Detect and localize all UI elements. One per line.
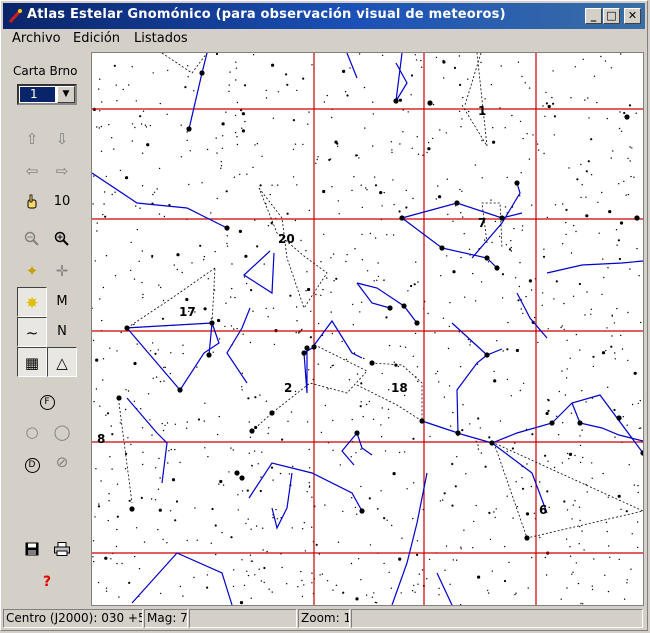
- help-button[interactable]: ?: [32, 567, 62, 597]
- area-number: 18: [391, 381, 408, 395]
- refresh-button[interactable]: ⊘: [47, 447, 77, 477]
- arrow-left-icon: ⇦: [25, 162, 39, 180]
- status-centro: Centro (J2000): 030 +50: [3, 609, 143, 628]
- zoom-in-button[interactable]: [47, 224, 77, 254]
- app-window: Atlas Estelar Gnomónico (para observació…: [0, 0, 648, 631]
- circled-f-icon: F: [39, 395, 55, 410]
- area-number: 1: [478, 104, 486, 118]
- area-number: 17: [179, 305, 196, 319]
- left-toolbar: Carta Brno 1 ▼ ⇧ ⇩ ⇦ ⇨ 10 ✦ ✛ ✸ M ∼ N ▦ …: [3, 51, 89, 606]
- minimize-icon: _: [590, 9, 597, 22]
- grid-icon: ▦: [24, 354, 40, 372]
- info-f-button[interactable]: F: [32, 384, 62, 414]
- minimize-button[interactable]: _: [585, 8, 602, 24]
- area-number: 20: [278, 232, 295, 246]
- crosshair-button[interactable]: ✛: [47, 256, 77, 286]
- maximize-icon: □: [606, 9, 617, 22]
- hand-button[interactable]: [17, 187, 47, 217]
- radiant-boundaries: [118, 53, 643, 539]
- names-button[interactable]: N: [47, 317, 77, 347]
- area-number: 7: [478, 216, 486, 230]
- status-bar: Centro (J2000): 030 +50 Mag: 7 Zoom: 1: [3, 608, 645, 629]
- maximize-button[interactable]: □: [603, 8, 620, 24]
- wave-icon: ∼: [25, 324, 39, 342]
- zoom-in-icon: [54, 231, 69, 246]
- carta-select[interactable]: 1 ▼: [17, 84, 77, 105]
- star-icon: ✦: [25, 262, 39, 280]
- close-icon: ✕: [627, 9, 638, 22]
- print-button[interactable]: [47, 534, 77, 564]
- sun-icon: ✸: [25, 294, 39, 312]
- floppy-disk-icon: [25, 542, 39, 556]
- star-button[interactable]: ✦: [17, 256, 47, 286]
- circle-icon: ○: [25, 423, 39, 441]
- star-map[interactable]: 1 7 20 17 2 18 8 6: [91, 52, 644, 606]
- hand-value: 10: [53, 194, 71, 209]
- circle-button[interactable]: ○: [17, 417, 47, 447]
- window-title: Atlas Estelar Gnomónico (para observació…: [27, 7, 506, 22]
- menu-edicion[interactable]: Edición: [73, 31, 120, 46]
- meteor-button[interactable]: ✸: [17, 287, 47, 317]
- triangle-icon: △: [56, 354, 68, 372]
- milkyway-button[interactable]: ∼: [17, 317, 47, 347]
- grid-button[interactable]: ▦: [17, 347, 47, 377]
- carta-select-value: 1: [20, 87, 55, 102]
- save-button[interactable]: [17, 534, 47, 564]
- area-number: 6: [539, 503, 547, 517]
- menu-archivo[interactable]: Archivo: [12, 31, 61, 46]
- star-chart-canvas: 1 7 20 17 2 18 8 6: [92, 53, 643, 605]
- area-number: 2: [284, 381, 292, 395]
- magnitude-button[interactable]: M: [47, 287, 77, 317]
- title-bar: Atlas Estelar Gnomónico (para observació…: [3, 3, 645, 29]
- area-numbers: 1 7 20 17 2 18 8 6: [97, 104, 547, 517]
- printer-icon: [54, 542, 70, 556]
- arrow-right-icon: ⇨: [55, 162, 69, 180]
- refresh-icon: ⊘: [55, 453, 69, 471]
- circle-zoom-icon: ◯: [53, 423, 71, 441]
- zoom-out-icon: [24, 231, 39, 246]
- area-number: 8: [97, 432, 105, 446]
- pan-right-button[interactable]: ⇨: [47, 156, 77, 186]
- carta-label: Carta Brno: [13, 64, 78, 78]
- close-button[interactable]: ✕: [624, 8, 641, 24]
- pan-down-button[interactable]: ⇩: [47, 124, 77, 154]
- star-field: [92, 53, 642, 605]
- chevron-down-icon[interactable]: ▼: [57, 86, 75, 103]
- circle-zoom-button[interactable]: ◯: [47, 417, 77, 447]
- triangle-button[interactable]: △: [47, 347, 77, 377]
- status-empty-right: [351, 609, 643, 628]
- crosshair-icon: ✛: [55, 262, 69, 280]
- chart-grid: [92, 53, 643, 605]
- telescope-icon: [8, 9, 22, 24]
- menu-bar: Archivo Edición Listados: [3, 30, 645, 50]
- pan-up-button[interactable]: ⇧: [17, 124, 47, 154]
- status-mag: Mag: 7: [144, 609, 188, 628]
- zoom-out-button[interactable]: [17, 224, 47, 254]
- pan-left-button[interactable]: ⇦: [17, 156, 47, 186]
- circled-d-icon: D: [24, 458, 40, 473]
- hand-icon: [27, 194, 37, 209]
- arrow-down-icon: ⇩: [55, 130, 69, 148]
- arrow-up-icon: ⇧: [25, 130, 39, 148]
- constellation-lines: [92, 53, 643, 605]
- menu-listados[interactable]: Listados: [134, 31, 188, 46]
- info-d-button[interactable]: D: [17, 447, 47, 477]
- status-zoom: Zoom: 1: [298, 609, 350, 628]
- status-empty: [189, 609, 297, 628]
